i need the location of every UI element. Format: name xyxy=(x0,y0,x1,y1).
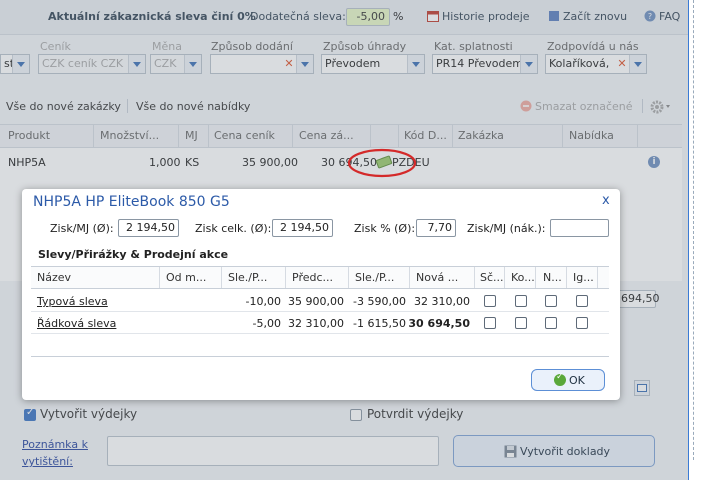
profit-pct-label: Zisk % (Ø): xyxy=(354,222,416,235)
row-disc-amt: -3 590,00 xyxy=(353,295,406,308)
row-checkbox-sc[interactable] xyxy=(484,317,496,329)
col-from[interactable]: Od m... xyxy=(166,271,206,284)
profit-unit-field[interactable]: 2 194,50 xyxy=(118,219,179,237)
col-divider xyxy=(159,267,160,288)
col-divider xyxy=(504,267,505,288)
col-prev[interactable]: Předc... xyxy=(292,271,333,284)
dialog-title: NHP5A HP EliteBook 850 G5 xyxy=(33,194,230,210)
row-checkbox-n[interactable] xyxy=(545,295,557,307)
row-prev: 32 310,00 xyxy=(288,317,344,330)
table-bottom-border xyxy=(31,356,609,357)
col-divider xyxy=(221,267,222,288)
col-new[interactable]: Nová ... xyxy=(416,271,458,284)
profit-pct-field[interactable]: 7,70 xyxy=(416,219,456,237)
row-name-link[interactable]: Řádková sleva xyxy=(37,317,116,330)
profit-unit-label: Zisk/MJ (Ø): xyxy=(50,222,114,235)
col-disc-amt[interactable]: Sle./P... xyxy=(355,271,394,284)
row-checkbox-n[interactable] xyxy=(545,317,557,329)
ok-label: OK xyxy=(569,374,585,387)
col-divider xyxy=(348,267,349,288)
col-disc-pct[interactable]: Sle./P... xyxy=(228,271,267,284)
col-n[interactable]: N... xyxy=(543,271,562,284)
ok-button[interactable]: OK xyxy=(531,369,605,391)
section-title: Slevy/Přirážky & Prodejní akce xyxy=(38,248,229,261)
discount-dialog: NHP5A HP EliteBook 850 G5 x Zisk/MJ (Ø):… xyxy=(22,189,620,400)
row-checkbox-ig[interactable] xyxy=(576,295,588,307)
row-checkbox-sc[interactable] xyxy=(484,295,496,307)
row-new: 30 694,50 xyxy=(408,317,470,330)
row-divider xyxy=(31,333,609,334)
row-disc-amt: -1 615,50 xyxy=(353,317,406,330)
col-ko[interactable]: Ko... xyxy=(511,271,535,284)
right-panel xyxy=(688,0,717,480)
col-ig[interactable]: Ig... xyxy=(573,271,594,284)
col-name[interactable]: Název xyxy=(37,271,71,284)
col-divider xyxy=(566,267,567,288)
row-divider xyxy=(31,311,609,312)
check-circle-icon xyxy=(554,372,566,386)
col-divider xyxy=(285,267,286,288)
right-panel-inner xyxy=(693,0,714,460)
col-sc[interactable]: Sč... xyxy=(480,271,504,284)
row-checkbox-ko[interactable] xyxy=(515,317,527,329)
profit-total-field[interactable]: 2 194,50 xyxy=(272,219,333,237)
row-checkbox-ko[interactable] xyxy=(515,295,527,307)
col-divider xyxy=(409,267,410,288)
row-prev: 35 900,00 xyxy=(288,295,344,308)
row-new: 32 310,00 xyxy=(414,295,470,308)
row-disc-pct: -5,00 xyxy=(252,317,281,330)
col-divider xyxy=(597,267,598,288)
profit-purchase-field[interactable] xyxy=(550,219,609,237)
highlight-ellipse xyxy=(347,148,417,178)
discounts-table-header: Název Od m... Sle./P... Předc... Sle./P.… xyxy=(31,267,609,289)
row-name-link[interactable]: Typová sleva xyxy=(37,295,108,308)
col-divider xyxy=(474,267,475,288)
section-header: Slevy/Přirážky & Prodejní akce xyxy=(31,244,609,267)
profit-total-label: Zisk celk. (Ø): xyxy=(195,222,272,235)
row-disc-pct: -10,00 xyxy=(245,295,281,308)
close-icon[interactable]: x xyxy=(602,193,610,208)
profit-purchase-label: Zisk/MJ (nák.): xyxy=(467,222,546,235)
row-checkbox-ig[interactable] xyxy=(576,317,588,329)
col-divider xyxy=(535,267,536,288)
